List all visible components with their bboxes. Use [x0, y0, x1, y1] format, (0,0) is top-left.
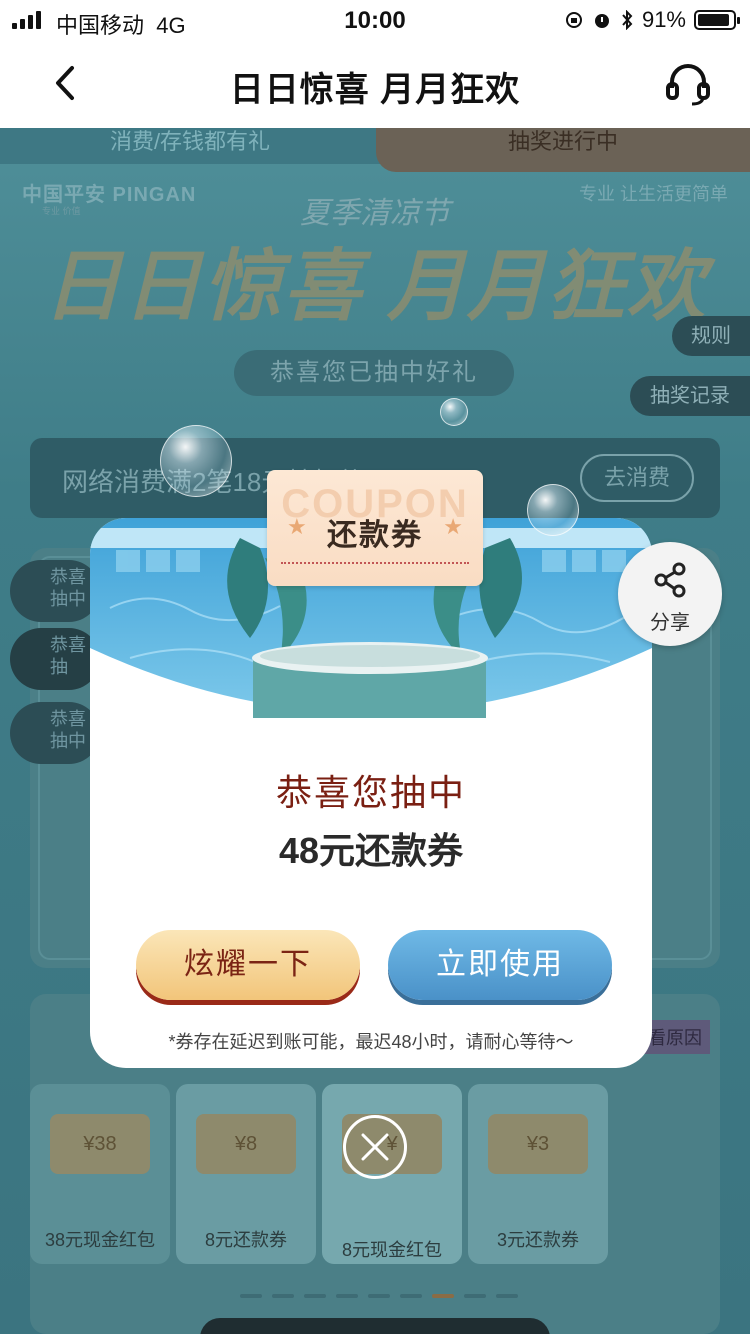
- alarm-icon: [594, 14, 609, 28]
- battery-fill: [698, 14, 729, 26]
- tab-lottery[interactable]: 抽奖进行中: [376, 128, 750, 172]
- rules-button[interactable]: 规则: [672, 316, 750, 356]
- bubble-decoration: [160, 425, 232, 497]
- delay-note: *券存在延迟到账可能，最迟48小时，请耐心等待～: [168, 1032, 574, 1052]
- prize-modal: 恭喜您抽中 48元还款券 炫耀一下 立即使用 *券存在延迟到账可能，最迟48小时…: [90, 518, 652, 1068]
- carousel-dots: [240, 1294, 518, 1298]
- congrats-pill: 恭喜您已抽中好礼: [234, 350, 514, 396]
- status-right: 91%: [564, 7, 740, 33]
- coupon-divider: [281, 562, 469, 564]
- coupon-tag: COUPON ★ 还款券 ★: [267, 470, 483, 586]
- status-bar: 中国移动 4G 10:00 91%: [0, 0, 750, 40]
- use-now-button[interactable]: 立即使用: [388, 930, 612, 1000]
- rotation-lock-icon: [565, 12, 582, 28]
- battery-percent: 91%: [641, 7, 686, 32]
- lottery-record-button[interactable]: 抽奖记录: [630, 376, 750, 416]
- congrats-text: 恭喜您抽中: [275, 772, 466, 813]
- bottom-action-bar[interactable]: [200, 1318, 550, 1334]
- page-title: 日日惊喜 月月狂欢: [229, 71, 521, 109]
- winner-chip: 恭喜 抽中: [10, 702, 100, 764]
- prize-name: 3元还款券: [496, 1230, 579, 1250]
- go-consume-button[interactable]: 去消费: [580, 454, 694, 502]
- prize-card[interactable]: ¥38 38元现金红包: [30, 1084, 170, 1264]
- winner-chip: 恭喜 抽中: [10, 560, 100, 622]
- share-button[interactable]: 分享: [618, 542, 722, 646]
- prize-card[interactable]: ¥8 8元还款券: [176, 1084, 316, 1264]
- winner-chip: 恭喜 抽: [10, 628, 100, 690]
- share-label: 分享: [650, 612, 690, 634]
- bubble-decoration: [440, 398, 468, 426]
- bubble-decoration: [527, 484, 579, 536]
- battery-icon: [694, 10, 740, 30]
- prize-amount: ¥38: [50, 1114, 150, 1174]
- close-icon: [361, 1133, 389, 1161]
- headset-icon[interactable]: [662, 60, 714, 110]
- tab-consume-save[interactable]: 消费/存钱都有礼: [0, 128, 380, 164]
- headline: 日日惊喜 月月狂欢: [43, 242, 707, 330]
- prize-card[interactable]: ¥3 3元还款券: [468, 1084, 608, 1264]
- nav-bar: 日日惊喜 月月狂欢: [0, 40, 750, 128]
- close-button[interactable]: [343, 1115, 407, 1179]
- prize-amount: ¥8: [196, 1114, 296, 1174]
- prize-name: 38元现金红包: [44, 1230, 156, 1250]
- show-off-button[interactable]: 炫耀一下: [136, 930, 360, 1000]
- prize-amount: ¥3: [488, 1114, 588, 1174]
- share-icon: [654, 562, 686, 598]
- prize-text: 48元还款券: [278, 830, 464, 871]
- prize-name: 8元现金红包: [341, 1240, 442, 1260]
- prize-name: 8元还款券: [204, 1230, 287, 1250]
- bluetooth-icon: [622, 10, 633, 30]
- star-icon: ★: [443, 514, 463, 539]
